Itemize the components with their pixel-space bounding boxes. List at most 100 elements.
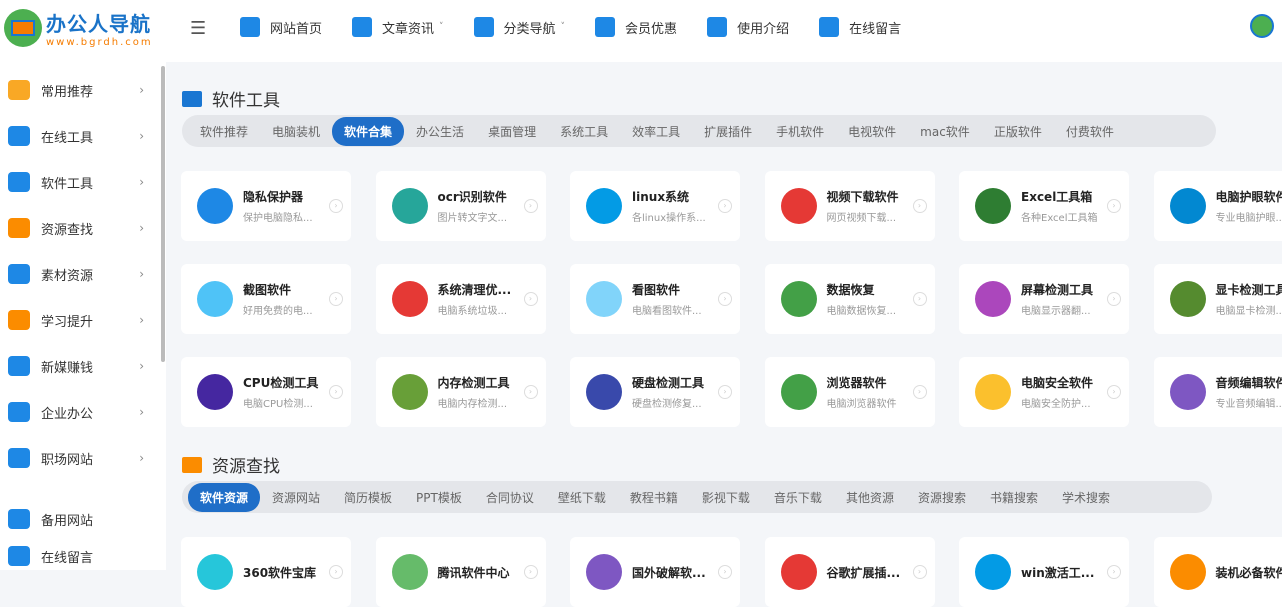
- tab[interactable]: 桌面管理: [476, 117, 548, 146]
- nav-item[interactable]: 会员优惠: [595, 17, 677, 37]
- tab[interactable]: 软件推荐: [188, 117, 260, 146]
- nav-item[interactable]: 分类导航˅: [474, 17, 566, 37]
- sidebar-item[interactable]: 职场网站›: [8, 448, 148, 468]
- sidebar-scrollbar[interactable]: [161, 66, 165, 362]
- tool-card[interactable]: 国外破解软...›: [570, 537, 740, 607]
- tool-card[interactable]: win激活工...›: [959, 537, 1129, 607]
- site-logo[interactable]: 办公人导航 www.bgrdh.com: [4, 8, 153, 48]
- arrow-circle-icon[interactable]: ›: [1107, 199, 1121, 213]
- tab[interactable]: 影视下载: [690, 483, 762, 512]
- tool-card[interactable]: 内存检测工具电脑内存检测...›: [376, 357, 546, 427]
- arrow-circle-icon[interactable]: ›: [524, 199, 538, 213]
- arrow-circle-icon[interactable]: ›: [329, 565, 343, 579]
- tool-card[interactable]: 视频下载软件网页视频下载...›: [765, 171, 935, 241]
- tool-card[interactable]: 显卡检测工具电脑显卡检测...›: [1154, 264, 1282, 334]
- tab[interactable]: 电脑装机: [260, 117, 332, 146]
- tab[interactable]: 付费软件: [1054, 117, 1126, 146]
- tab[interactable]: 其他资源: [834, 483, 906, 512]
- avatar[interactable]: [1250, 14, 1274, 38]
- tab[interactable]: 系统工具: [548, 117, 620, 146]
- chevron-right-icon: ›: [139, 267, 144, 281]
- tool-card[interactable]: 屏幕检测工具电脑显示器翻...›: [959, 264, 1129, 334]
- nav-item[interactable]: 网站首页: [240, 17, 322, 37]
- arrow-circle-icon[interactable]: ›: [524, 292, 538, 306]
- nav-item[interactable]: 文章资讯˅: [352, 17, 444, 37]
- tab[interactable]: 手机软件: [764, 117, 836, 146]
- tool-card[interactable]: 隐私保护器保护电脑隐私...›: [181, 171, 351, 241]
- sidebar-item[interactable]: 资源查找›: [8, 218, 148, 238]
- tab[interactable]: 扩展插件: [692, 117, 764, 146]
- arrow-circle-icon[interactable]: ›: [913, 385, 927, 399]
- tool-card[interactable]: CPU检测工具电脑CPU检测...›: [181, 357, 351, 427]
- arrow-circle-icon[interactable]: ›: [718, 565, 732, 579]
- sidebar-item[interactable]: 常用推荐›: [8, 80, 148, 100]
- tool-card[interactable]: 看图软件电脑看图软件...›: [570, 264, 740, 334]
- sidebar-item[interactable]: 学习提升›: [8, 310, 148, 330]
- arrow-circle-icon[interactable]: ›: [1107, 385, 1121, 399]
- tool-card[interactable]: ocr识别软件图片转文字文...›: [376, 171, 546, 241]
- tab[interactable]: 效率工具: [620, 117, 692, 146]
- arrow-circle-icon[interactable]: ›: [524, 565, 538, 579]
- tab[interactable]: 合同协议: [474, 483, 546, 512]
- tool-card[interactable]: 电脑护眼软件专业电脑护眼...›: [1154, 171, 1282, 241]
- tab[interactable]: 音乐下载: [762, 483, 834, 512]
- sidebar-icon: [8, 310, 30, 330]
- arrow-circle-icon[interactable]: ›: [524, 385, 538, 399]
- tab[interactable]: 电视软件: [836, 117, 908, 146]
- tool-card[interactable]: 腾讯软件中心›: [376, 537, 546, 607]
- arrow-circle-icon[interactable]: ›: [718, 292, 732, 306]
- tool-card[interactable]: 电脑安全软件电脑安全防护...›: [959, 357, 1129, 427]
- tab[interactable]: 资源网站: [260, 483, 332, 512]
- tool-card[interactable]: Excel工具箱各种Excel工具箱›: [959, 171, 1129, 241]
- tool-card[interactable]: 360软件宝库›: [181, 537, 351, 607]
- sidebar-item[interactable]: 备用网站: [8, 509, 148, 529]
- tool-card[interactable]: 数据恢复电脑数据恢复...›: [765, 264, 935, 334]
- sidebar-item[interactable]: 在线留言: [8, 546, 148, 566]
- tab[interactable]: PPT模板: [404, 483, 474, 512]
- tool-card[interactable]: 装机必备软件›: [1154, 537, 1282, 607]
- arrow-circle-icon[interactable]: ›: [329, 385, 343, 399]
- section-title-text: 资源查找: [212, 452, 280, 477]
- tab[interactable]: 资源搜索: [906, 483, 978, 512]
- tool-title: 数据恢复: [827, 281, 897, 298]
- tab[interactable]: 软件资源: [188, 483, 260, 512]
- arrow-circle-icon[interactable]: ›: [913, 292, 927, 306]
- sidebar-item[interactable]: 软件工具›: [8, 172, 148, 192]
- arrow-circle-icon[interactable]: ›: [329, 292, 343, 306]
- arrow-circle-icon[interactable]: ›: [718, 385, 732, 399]
- tab[interactable]: 软件合集: [332, 117, 404, 146]
- arrow-circle-icon[interactable]: ›: [1107, 292, 1121, 306]
- nav-label: 分类导航: [504, 18, 556, 37]
- tab[interactable]: 正版软件: [982, 117, 1054, 146]
- arrow-circle-icon[interactable]: ›: [718, 199, 732, 213]
- tool-card[interactable]: 音频编辑软件专业音频编辑...›: [1154, 357, 1282, 427]
- nav-item[interactable]: 在线留言: [819, 17, 901, 37]
- tab[interactable]: 办公生活: [404, 117, 476, 146]
- tool-card[interactable]: 硬盘检测工具硬盘检测修复...›: [570, 357, 740, 427]
- sidebar-item-label: 常用推荐: [41, 81, 93, 100]
- tool-card[interactable]: 系统清理优...电脑系统垃圾...›: [376, 264, 546, 334]
- tool-title: 谷歌扩展插...: [827, 564, 901, 581]
- tab[interactable]: mac软件: [908, 117, 982, 146]
- menu-toggle-icon[interactable]: ☰: [190, 18, 210, 39]
- tool-card[interactable]: 截图软件好用免费的电...›: [181, 264, 351, 334]
- tab[interactable]: 壁纸下载: [546, 483, 618, 512]
- sidebar-item[interactable]: 在线工具›: [8, 126, 148, 146]
- nav-item[interactable]: 使用介绍: [707, 17, 789, 37]
- tool-card[interactable]: linux系统各linux操作系...›: [570, 171, 740, 241]
- monitor-icon: [182, 91, 202, 107]
- tool-card[interactable]: 浏览器软件电脑浏览器软件›: [765, 357, 935, 427]
- sidebar-item[interactable]: 企业办公›: [8, 402, 148, 422]
- tab[interactable]: 简历模板: [332, 483, 404, 512]
- arrow-circle-icon[interactable]: ›: [913, 199, 927, 213]
- tab[interactable]: 书籍搜索: [978, 483, 1050, 512]
- tab[interactable]: 学术搜索: [1050, 483, 1122, 512]
- arrow-circle-icon[interactable]: ›: [329, 199, 343, 213]
- sidebar-item[interactable]: 新媒赚钱›: [8, 356, 148, 376]
- tab[interactable]: 教程书籍: [618, 483, 690, 512]
- arrow-circle-icon[interactable]: ›: [913, 565, 927, 579]
- sidebar-item[interactable]: 素材资源›: [8, 264, 148, 284]
- tool-icon: [975, 554, 1011, 590]
- arrow-circle-icon[interactable]: ›: [1107, 565, 1121, 579]
- tool-card[interactable]: 谷歌扩展插... ›: [765, 537, 935, 607]
